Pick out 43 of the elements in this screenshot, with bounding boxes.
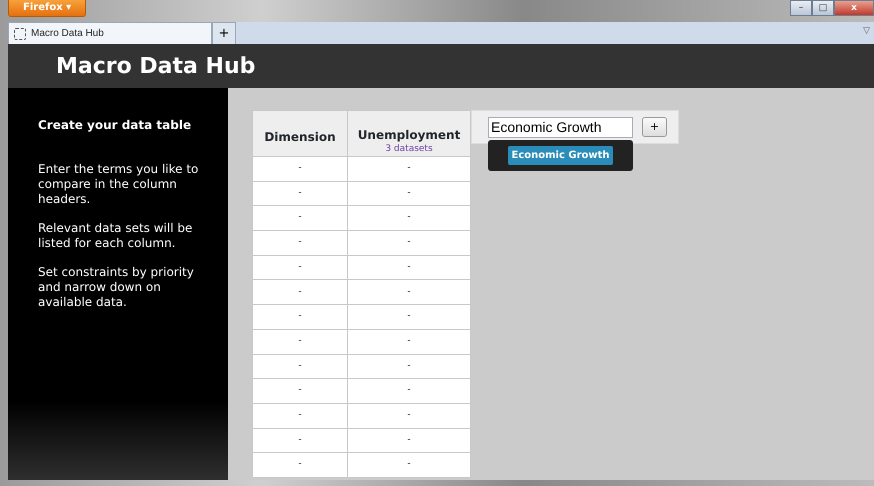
suggestion-item[interactable]: Economic Growth [508, 146, 613, 165]
browser-tab[interactable]: Macro Data Hub [8, 22, 212, 44]
table-cell: - [252, 329, 348, 354]
tab-list-button[interactable]: ▽ [859, 22, 874, 44]
table-cell: - [348, 206, 470, 231]
table-cell: - [348, 255, 470, 280]
table-cell: - [252, 378, 348, 404]
new-tab-button[interactable]: + [212, 22, 236, 44]
table-cell: - [252, 255, 348, 280]
table-cell: - [252, 304, 348, 330]
table-cell: - [348, 230, 470, 256]
column-title: Unemployment [356, 127, 462, 144]
minimize-button[interactable]: – [790, 0, 812, 16]
sidebar-text: Set constraints by priority and narrow down on available data. [38, 265, 195, 310]
table-cell: - [252, 156, 348, 182]
table-cell: - [348, 378, 470, 404]
column-header: Dimension [252, 110, 348, 156]
table-cell: - [348, 181, 470, 206]
table-cell: - [252, 428, 348, 453]
table-cell: - [252, 280, 348, 305]
table-cell: - [348, 280, 470, 305]
table-cell: - [252, 230, 348, 256]
sidebar-text: Enter the terms you like to compare in the column headers. [38, 162, 200, 208]
table-cell: - [348, 403, 470, 428]
column-input-field[interactable]: Economic Growth [488, 116, 633, 138]
sidebar-heading: Create your data table [38, 118, 192, 132]
sidebar-text: Relevant data sets will be listed for each column. [38, 221, 194, 252]
table-cell: - [348, 452, 470, 478]
app-title: Macro Data Hub [56, 52, 256, 80]
table-cell: - [348, 329, 470, 354]
table-cell: - [252, 206, 348, 231]
table-cell: - [252, 181, 348, 206]
table-cell: - [252, 354, 348, 379]
dataset-count: 3 datasets [384, 144, 434, 154]
table-cell: - [348, 304, 470, 330]
table-cell: - [252, 403, 348, 428]
table-cell: - [252, 452, 348, 478]
maximize-button[interactable]: □ [812, 0, 834, 16]
add-column-button[interactable]: + [642, 117, 667, 137]
page-icon [14, 28, 26, 40]
table-cell: - [348, 428, 470, 453]
table-cell: - [348, 354, 470, 379]
table-cell: - [348, 156, 470, 182]
